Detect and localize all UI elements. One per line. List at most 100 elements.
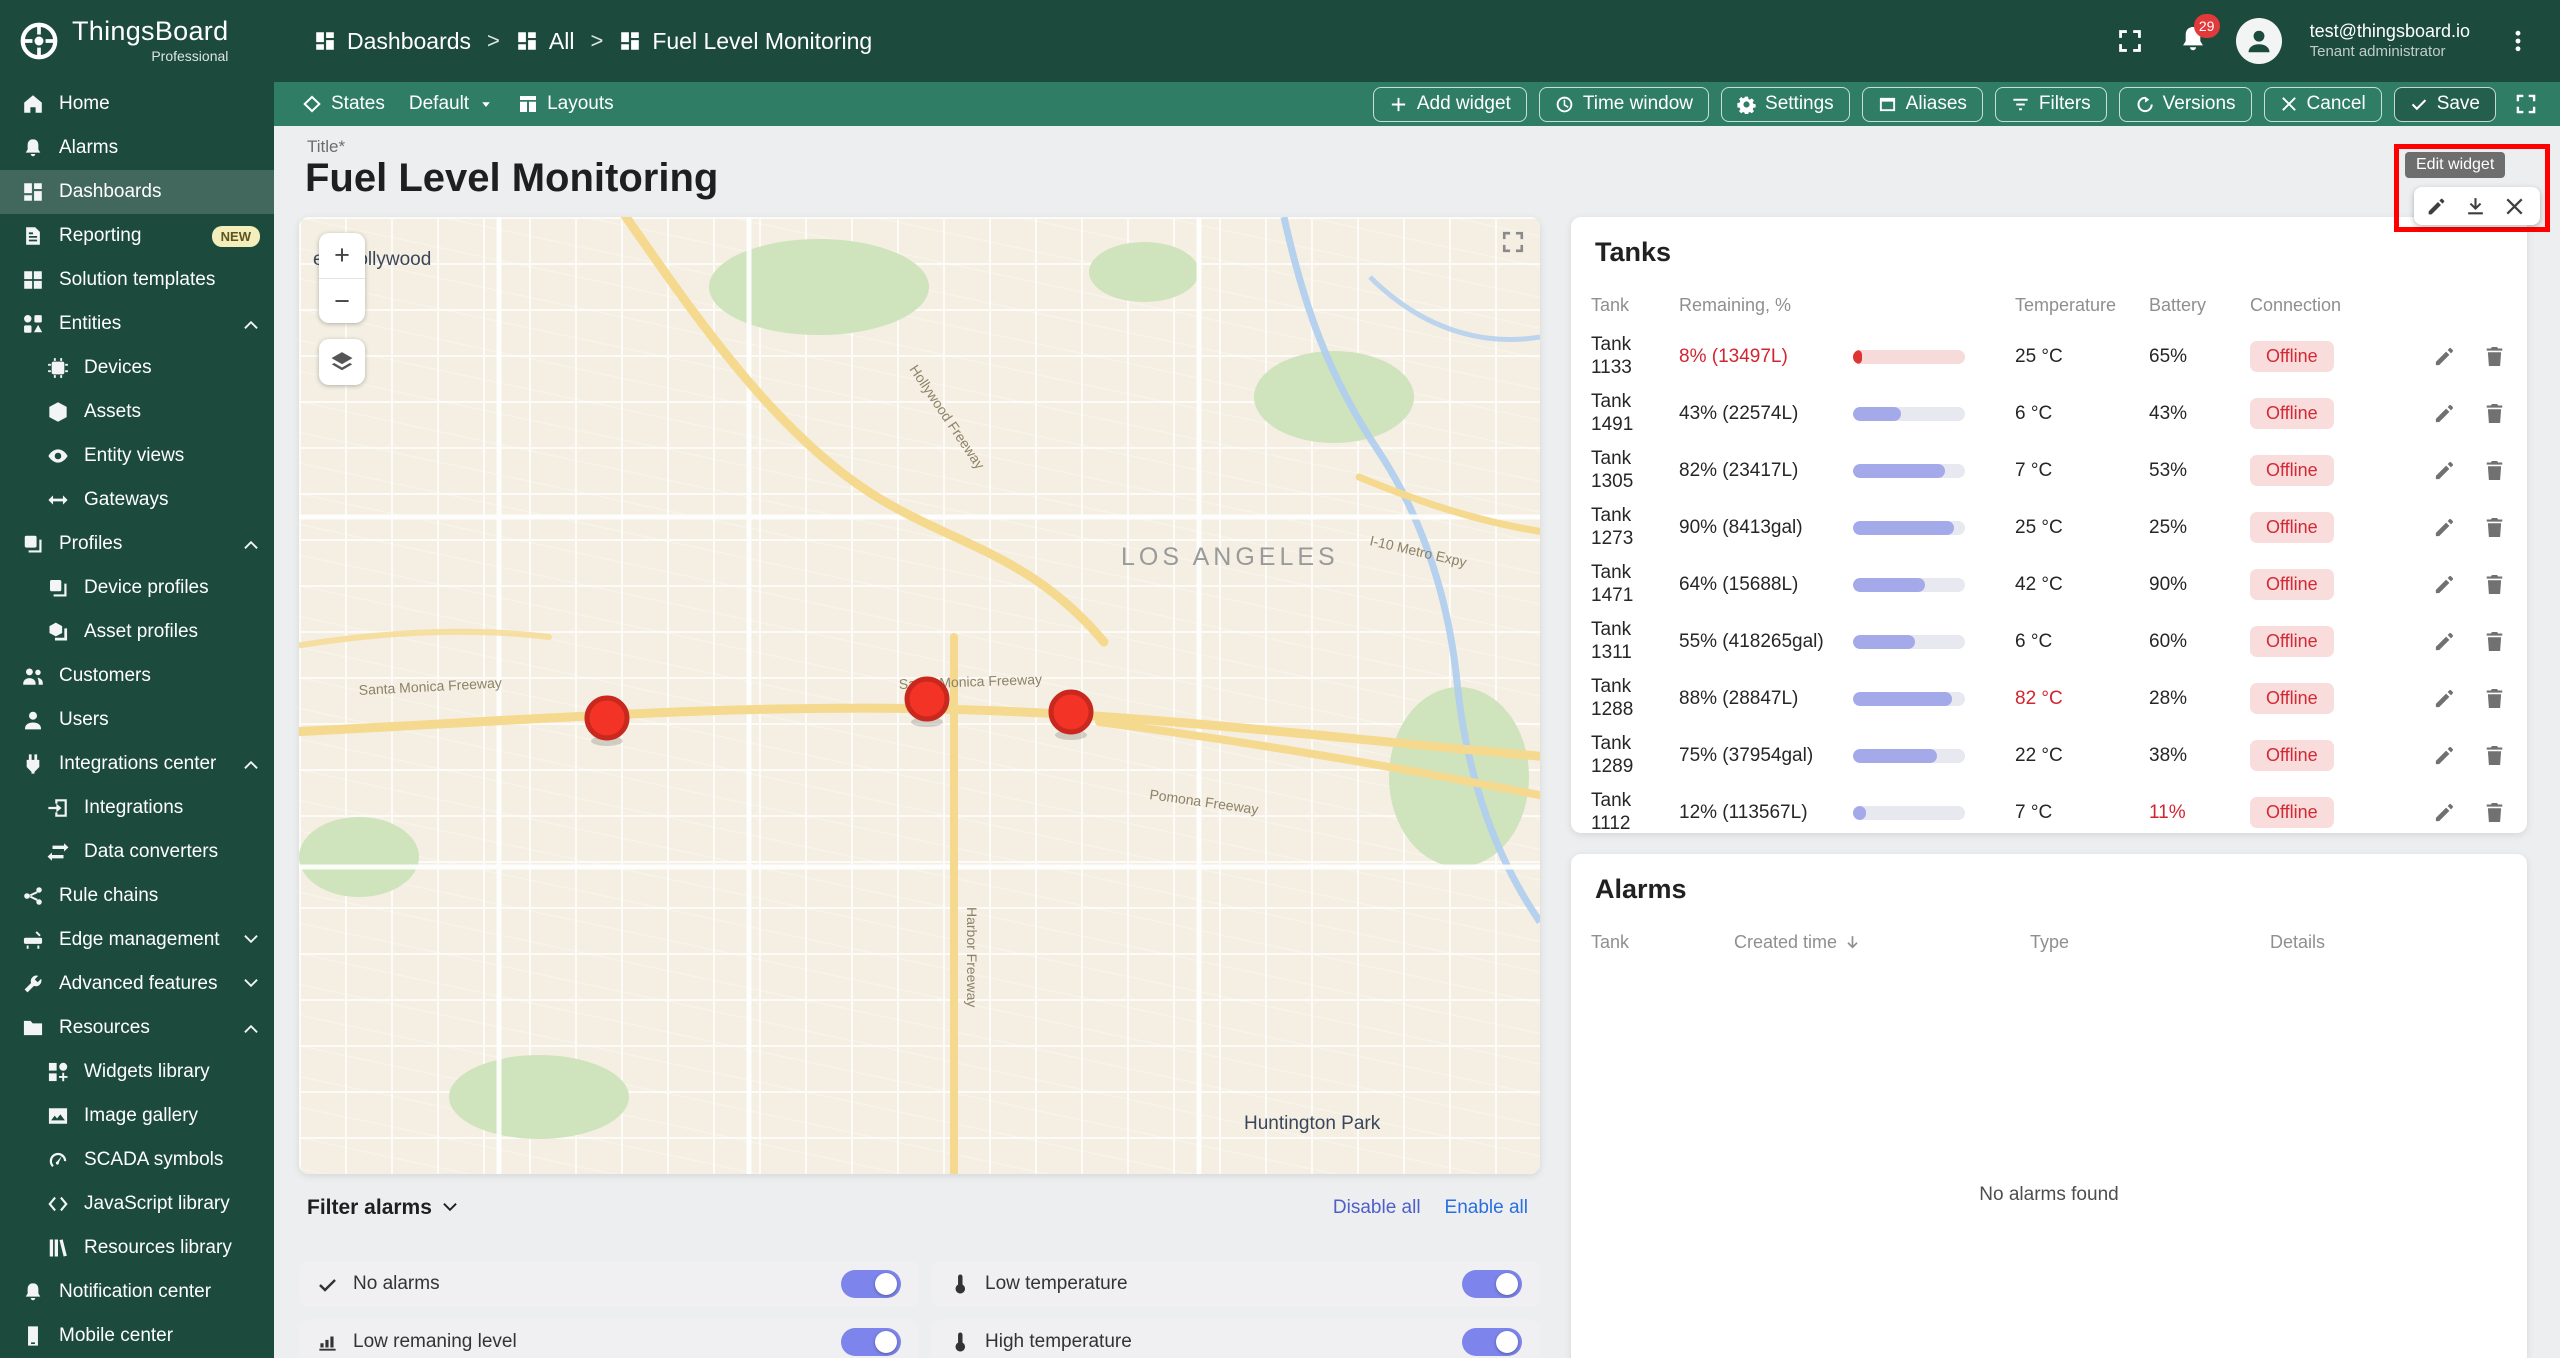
sidebar-item-profiles[interactable]: Profiles <box>0 522 274 566</box>
delete-tank-button[interactable] <box>2483 801 2507 825</box>
breadcrumb-item-all[interactable]: All <box>516 28 574 55</box>
fullscreen-icon <box>1500 229 1526 255</box>
sidebar-item-advanced-features[interactable]: Advanced features <box>0 962 274 1006</box>
sidebar-item-entity-views[interactable]: Entity views <box>0 434 274 478</box>
toggle-switch[interactable] <box>1462 1328 1522 1356</box>
sidebar-item-customers[interactable]: Customers <box>0 654 274 698</box>
sidebar-item-solution-templates[interactable]: Solution templates <box>0 258 274 302</box>
save-button[interactable]: Save <box>2393 86 2496 122</box>
filters-button[interactable]: Filters <box>1994 86 2107 122</box>
more-menu-button[interactable] <box>2498 21 2538 61</box>
sidebar-item-notification-center[interactable]: Notification center <box>0 1270 274 1314</box>
aliases-button[interactable]: Aliases <box>1861 86 1983 122</box>
sidebar-item-data-converters[interactable]: Data converters <box>0 830 274 874</box>
remove-widget-button[interactable] <box>2504 194 2528 218</box>
time-window-button[interactable]: Time window <box>1538 86 1710 122</box>
edit-widget-button[interactable] <box>2426 194 2450 218</box>
enable-all-button[interactable]: Enable all <box>1433 1191 1540 1225</box>
sidebar-item-resources-library[interactable]: Resources library <box>0 1226 274 1270</box>
breadcrumb-item-dashboards[interactable]: Dashboards <box>314 28 471 55</box>
sidebar-item-home[interactable]: Home <box>0 82 274 126</box>
disable-all-button[interactable]: Disable all <box>1321 1191 1433 1225</box>
delete-tank-button[interactable] <box>2483 630 2507 654</box>
edit-tank-button[interactable] <box>2433 687 2457 711</box>
toggle-switch[interactable] <box>841 1328 901 1356</box>
sidebar-item-edge-management[interactable]: Edge management <box>0 918 274 962</box>
edit-tank-button[interactable] <box>2433 459 2457 483</box>
sidebar-item-integrations-center[interactable]: Integrations center <box>0 742 274 786</box>
sidebar-item-devices[interactable]: Devices <box>0 346 274 390</box>
breadcrumb-item-fuel-level-monitoring[interactable]: Fuel Level Monitoring <box>619 28 872 55</box>
close-icon <box>2280 95 2298 113</box>
sidebar-item-image-gallery[interactable]: Image gallery <box>0 1094 274 1138</box>
cancel-button[interactable]: Cancel <box>2263 86 2382 122</box>
delete-tank-button[interactable] <box>2483 402 2507 426</box>
states-select[interactable]: Default <box>401 86 502 122</box>
notifications-button[interactable]: 29 <box>2178 13 2220 59</box>
map-canvas[interactable]: Santa Monica Freeway Santa Monica Freewa… <box>299 217 1540 1174</box>
delete-tank-button[interactable] <box>2483 345 2507 369</box>
sidebar-item-widgets-library[interactable]: Widgets library <box>0 1050 274 1094</box>
edit-tank-button[interactable] <box>2433 516 2457 540</box>
sidebar-item-javascript-library[interactable]: JavaScript library <box>0 1182 274 1226</box>
app-logo[interactable]: ThingsBoard Professional <box>0 18 274 64</box>
layouts-button[interactable]: Layouts <box>510 86 622 122</box>
edit-tank-button[interactable] <box>2433 402 2457 426</box>
edit-tank-button[interactable] <box>2433 345 2457 369</box>
map-fullscreen-button[interactable] <box>1500 229 1526 260</box>
zoom-out-button[interactable]: − <box>319 278 365 323</box>
avatar[interactable] <box>2235 18 2282 64</box>
tank-temperature: 7 °C <box>2015 801 2053 823</box>
notification-center-icon <box>22 1281 44 1303</box>
states-icon <box>302 94 322 114</box>
sidebar-item-rule-chains[interactable]: Rule chains <box>0 874 274 918</box>
delete-tank-button[interactable] <box>2483 573 2507 597</box>
table-row: Tank 1112 12% (113567L) 7 °C 11% Offline <box>1571 784 2527 833</box>
delete-tank-button[interactable] <box>2483 516 2507 540</box>
filter-alarms-toggle[interactable]: Filter alarms <box>307 1196 459 1220</box>
column-header-connection: Connection <box>2250 294 2342 315</box>
page-title[interactable]: Fuel Level Monitoring <box>305 156 718 201</box>
delete-tank-button[interactable] <box>2483 459 2507 483</box>
table-row: Tank 1288 88% (28847L) 82 °C 28% Offline <box>1571 670 2527 727</box>
add-widget-button[interactable]: Add widget <box>1372 86 1527 122</box>
tank-marker[interactable] <box>904 676 950 722</box>
map-layers-button[interactable] <box>319 339 365 385</box>
edit-tank-button[interactable] <box>2433 744 2457 768</box>
edit-tank-button[interactable] <box>2433 801 2457 825</box>
edit-tank-button[interactable] <box>2433 573 2457 597</box>
header-fullscreen-button[interactable] <box>2110 21 2150 61</box>
tank-marker[interactable] <box>1048 689 1094 735</box>
bell-icon <box>22 137 44 159</box>
settings-button[interactable]: Settings <box>1721 86 1850 122</box>
edit-tank-button[interactable] <box>2433 630 2457 654</box>
sidebar-item-reporting[interactable]: Reporting NEW <box>0 214 274 258</box>
sidebar-item-alarms[interactable]: Alarms <box>0 126 274 170</box>
toolbar-fullscreen-button[interactable] <box>2508 86 2544 122</box>
versions-button[interactable]: Versions <box>2118 86 2252 122</box>
sidebar-item-resources[interactable]: Resources <box>0 1006 274 1050</box>
zoom-in-button[interactable]: + <box>319 233 365 278</box>
sidebar-item-asset-profiles[interactable]: Asset profiles <box>0 610 274 654</box>
sidebar-item-gateways[interactable]: Gateways <box>0 478 274 522</box>
tank-temperature: 25 °C <box>2015 345 2063 367</box>
sidebar-item-entities[interactable]: Entities <box>0 302 274 346</box>
export-widget-button[interactable] <box>2465 194 2489 218</box>
sidebar-item-mobile-center[interactable]: Mobile center <box>0 1314 274 1358</box>
sidebar-item-assets[interactable]: Assets <box>0 390 274 434</box>
sidebar-item-integrations[interactable]: Integrations <box>0 786 274 830</box>
sidebar-item-dashboards[interactable]: Dashboards <box>0 170 274 214</box>
tank-marker[interactable] <box>584 695 630 741</box>
created-time-sort[interactable]: Created time <box>1734 932 2030 953</box>
toggle-switch[interactable] <box>1462 1270 1522 1298</box>
sidebar-item-label: Resources library <box>84 1237 232 1258</box>
column-header-tank: Tank <box>1591 294 1630 315</box>
sidebar-item-users[interactable]: Users <box>0 698 274 742</box>
states-button[interactable]: States <box>294 86 393 122</box>
column-header-tank: Tank <box>1591 931 1630 952</box>
delete-tank-button[interactable] <box>2483 687 2507 711</box>
delete-tank-button[interactable] <box>2483 744 2507 768</box>
sidebar-item-device-profiles[interactable]: Device profiles <box>0 566 274 610</box>
toggle-switch[interactable] <box>841 1270 901 1298</box>
sidebar-item-scada-symbols[interactable]: SCADA symbols <box>0 1138 274 1182</box>
